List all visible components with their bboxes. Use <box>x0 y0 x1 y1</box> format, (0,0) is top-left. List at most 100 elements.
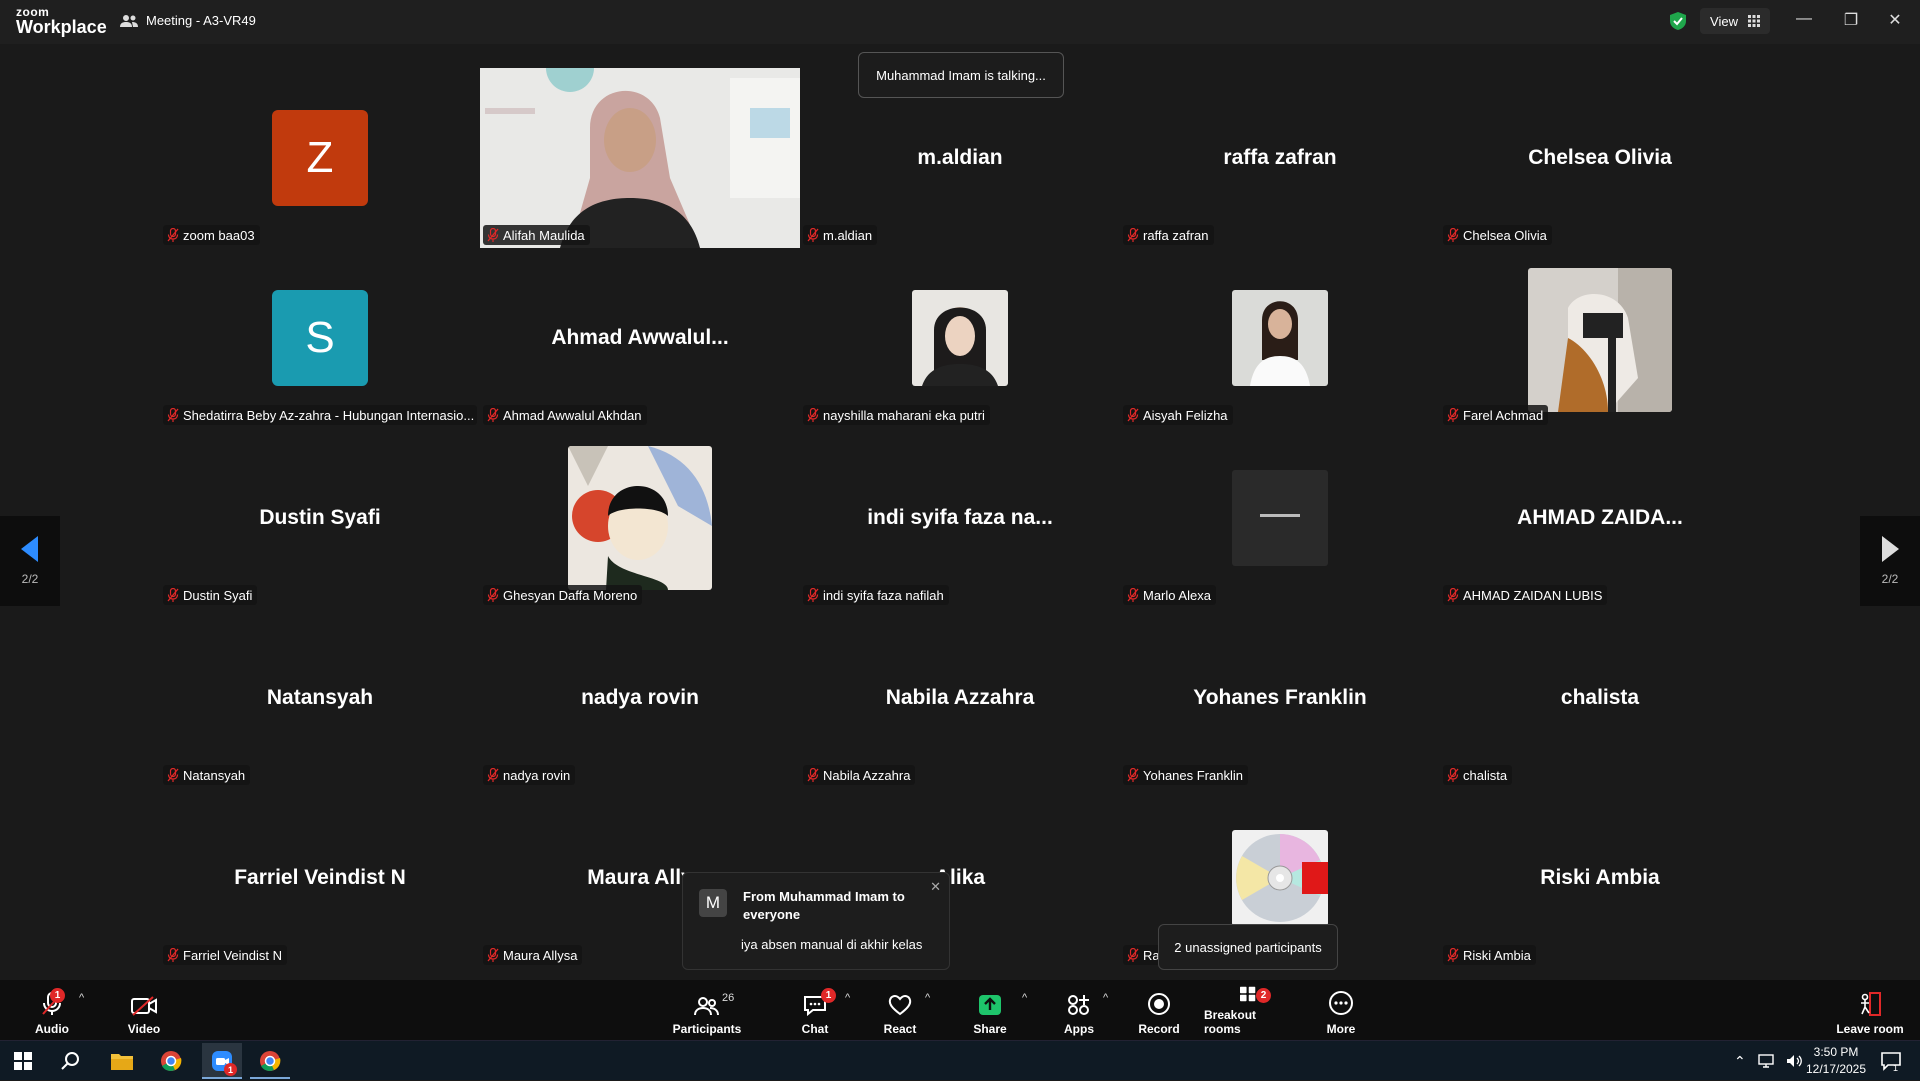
participant-tile[interactable]: Marlo Alexa <box>1120 428 1440 608</box>
participant-tile[interactable]: Yohanes Franklin Yohanes Franklin <box>1120 608 1440 788</box>
participant-tile[interactable]: chalista chalista <box>1440 608 1760 788</box>
minimize-icon[interactable]: — <box>1793 10 1815 28</box>
participant-name: zoom baa03 <box>183 227 255 243</box>
participant-name: Riski Ambia <box>1463 947 1531 963</box>
participant-profile-picture <box>1232 470 1328 566</box>
tray-chevron-up-icon[interactable]: ⌃ <box>1734 1053 1746 1070</box>
apps-button[interactable]: Apps <box>1060 986 1098 1036</box>
participant-tile[interactable]: Dustin Syafi Dustin Syafi <box>160 428 480 608</box>
apps-options-chevron-icon[interactable]: ^ <box>1103 992 1108 1004</box>
participant-tile[interactable]: Riski Ambia Riski Ambia <box>1440 788 1760 968</box>
participant-tile[interactable]: AHMAD ZAIDA... AHMAD ZAIDAN LUBIS <box>1440 428 1760 608</box>
participant-display-name: Farriel Veindist N <box>234 866 406 889</box>
zoom-workplace-logo: zoom Workplace <box>16 5 107 37</box>
microphone-muted-icon <box>1447 588 1459 602</box>
heart-icon <box>888 995 912 1016</box>
participant-name: Nabila Azzahra <box>823 767 911 783</box>
microphone-muted-icon <box>167 408 179 422</box>
clock[interactable]: 3:50 PM 12/17/2025 <box>1800 1044 1872 1078</box>
participant-display-name: Ahmad Awwalul... <box>551 326 729 349</box>
more-button[interactable]: More <box>1322 986 1360 1036</box>
participant-tile[interactable]: Ahmad Awwalul... Ahmad Awwalul Akhdan <box>480 248 800 428</box>
participant-tile[interactable]: Alifah Maulida <box>480 68 800 248</box>
chat-badge: 1 <box>821 988 836 1003</box>
react-button[interactable]: React <box>880 986 920 1036</box>
participant-avatar: Z <box>272 110 368 206</box>
network-icon[interactable] <box>1758 1054 1776 1068</box>
participant-name-label: Shedatirra Beby Az-zahra - Hubungan Inte… <box>163 405 477 425</box>
microphone-muted-icon <box>167 588 179 602</box>
participant-profile-picture <box>1232 290 1328 386</box>
react-options-chevron-icon[interactable]: ^ <box>925 992 930 1004</box>
leave-room-button[interactable]: Leave room <box>1836 986 1904 1036</box>
participant-name: Farriel Veindist N <box>183 947 282 963</box>
participant-tile[interactable]: indi syifa faza na... indi syifa faza naf… <box>800 428 1120 608</box>
prev-page-button[interactable]: 2/2 <box>0 516 60 606</box>
video-button[interactable]: Video <box>122 986 166 1036</box>
grid-icon <box>1747 15 1760 27</box>
participant-tile[interactable]: Farriel Veindist N Farriel Veindist N <box>160 788 480 968</box>
close-icon[interactable]: ✕ <box>1884 10 1906 30</box>
participant-display-name: Nabila Azzahra <box>885 686 1035 709</box>
participant-name: indi syifa faza nafilah <box>823 587 944 603</box>
participant-name-label: indi syifa faza nafilah <box>803 585 949 605</box>
maximize-icon[interactable]: ❐ <box>1840 10 1862 30</box>
participant-name-label: Riski Ambia <box>1443 945 1536 965</box>
microphone-muted-icon <box>487 768 499 782</box>
participant-display-name: Natansyah <box>266 686 374 709</box>
participant-name: raffa zafran <box>1143 227 1209 243</box>
chat-notification[interactable]: M From Muhammad Imam to everyone iya abs… <box>682 872 950 970</box>
next-page-button[interactable]: 2/2 <box>1860 516 1920 606</box>
participants-icon <box>694 997 719 1016</box>
share-screen-icon <box>979 995 1001 1015</box>
breakout-rooms-button[interactable]: Breakout rooms <box>1204 986 1292 1036</box>
page-indicator-left: 2/2 <box>21 572 39 586</box>
chrome-taskbar-item[interactable] <box>250 1043 290 1079</box>
participant-name: chalista <box>1463 767 1508 783</box>
file-explorer-icon[interactable] <box>110 1051 134 1071</box>
record-button[interactable]: Record <box>1138 986 1180 1036</box>
search-icon[interactable] <box>61 1051 81 1071</box>
participant-name: Dustin Syafi <box>183 587 253 603</box>
audio-options-chevron-icon[interactable]: ^ <box>79 992 84 1004</box>
meeting-title[interactable]: Meeting - A3-VR49 <box>120 13 256 28</box>
participant-tile[interactable]: Ghesyan Daffa Moreno <box>480 428 800 608</box>
record-label: Record <box>1138 1022 1180 1036</box>
view-button[interactable]: View <box>1700 8 1770 34</box>
participant-tile[interactable]: Aisyah Felizha <box>1120 248 1440 428</box>
zoom-taskbar-item[interactable]: 1 <box>202 1043 242 1079</box>
participant-tile[interactable]: Natansyah Natansyah <box>160 608 480 788</box>
video-label: Video <box>127 1022 161 1036</box>
participant-avatar: S <box>272 290 368 386</box>
chat-options-chevron-icon[interactable]: ^ <box>845 992 850 1004</box>
participant-tile[interactable]: Chelsea Olivia Chelsea Olivia <box>1440 68 1760 248</box>
participant-name-label: Dustin Syafi <box>163 585 258 605</box>
participant-name-label: Ghesyan Daffa Moreno <box>483 585 643 605</box>
chat-sender: From Muhammad Imam to everyone <box>743 889 905 922</box>
participant-name-label: AHMAD ZAIDAN LUBIS <box>1443 585 1608 605</box>
participant-name: Chelsea Olivia <box>1463 227 1547 243</box>
windows-taskbar: 1 ⌃ 3:50 PM 12/17/2025 1 <box>0 1040 1920 1080</box>
participant-tile[interactable]: nadya rovin nadya rovin <box>480 608 800 788</box>
windows-start-icon[interactable] <box>14 1052 32 1070</box>
close-icon[interactable]: ✕ <box>930 879 941 895</box>
security-shield-icon[interactable] <box>1668 11 1688 31</box>
participant-tile[interactable]: nayshilla maharani eka putri <box>800 248 1120 428</box>
participant-tile[interactable]: raffa zafran raffa zafran <box>1120 68 1440 248</box>
participant-tile[interactable]: Farel Achmad <box>1440 248 1760 428</box>
share-options-chevron-icon[interactable]: ^ <box>1022 992 1027 1004</box>
video-off-icon <box>131 996 157 1016</box>
microphone-muted-icon <box>1447 228 1459 242</box>
microphone-muted-icon <box>487 408 499 422</box>
participant-name-label: m.aldian <box>803 225 878 245</box>
participant-tile[interactable]: Zzoom baa03 <box>160 68 480 248</box>
participant-tile[interactable]: S Shedatirra Beby Az-zahra - Hubungan Int… <box>160 248 480 428</box>
people-icon <box>120 14 138 27</box>
chrome-icon[interactable] <box>160 1050 182 1072</box>
chevron-left-icon <box>21 536 38 562</box>
share-button[interactable]: Share <box>970 986 1010 1036</box>
participant-tile[interactable]: Nabila Azzahra Nabila Azzahra <box>800 608 1120 788</box>
zoom-taskbar-badge: 1 <box>224 1063 237 1076</box>
notification-icon[interactable] <box>1880 1051 1902 1071</box>
participant-profile-picture <box>568 446 712 590</box>
